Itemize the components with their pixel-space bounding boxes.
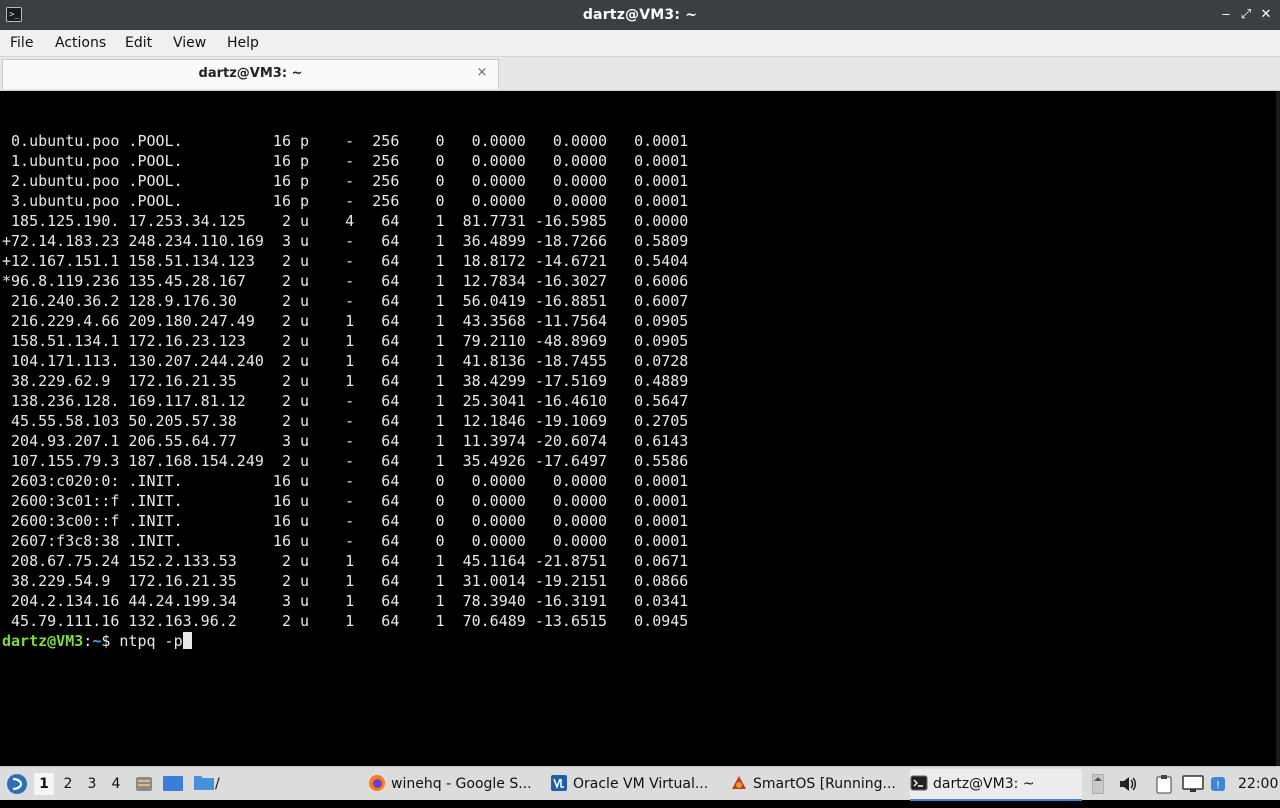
task-firefox[interactable]: winehq - Google S...: [368, 769, 546, 799]
terminal-line: 38.229.54.9 172.16.21.35 2 u 1 64 1 31.0…: [2, 572, 689, 590]
terminal-line: +12.167.151.1 158.51.134.123 2 u - 64 1 …: [2, 252, 689, 270]
taskbar: 1 2 3 4 / winehq - Google S... Oracle VM…: [0, 766, 1280, 801]
shell-prompt-line[interactable]: dartz@VM3:~$ ntpq -p: [2, 631, 688, 651]
firefox-icon: [369, 775, 385, 791]
workspace-2[interactable]: 2: [58, 773, 78, 795]
terminal-line: 2600:3c01::f .INIT. 16 u - 64 0 0.0000 0…: [2, 492, 689, 510]
tab-close-icon[interactable]: ×: [474, 65, 490, 81]
workspace-4[interactable]: 4: [106, 773, 126, 795]
vm-running-icon: [732, 776, 746, 789]
menu-edit[interactable]: Edit: [125, 30, 152, 56]
close-icon[interactable]: ✕: [1258, 7, 1274, 23]
workspace-1[interactable]: 1: [34, 773, 54, 795]
volume-icon[interactable]: [1118, 767, 1138, 801]
task-virtualbox[interactable]: Oracle VM Virtual...: [550, 769, 725, 799]
clipboard-icon[interactable]: [1155, 767, 1175, 801]
updates-icon[interactable]: !: [1210, 767, 1228, 801]
terminal-line: 107.155.79.3 187.168.154.249 2 u - 64 1 …: [2, 452, 689, 470]
prompt-path: ~: [92, 632, 102, 650]
terminal-line: 45.79.111.16 132.163.96.2 2 u 1 64 1 70.…: [2, 612, 689, 630]
text-cursor: [182, 632, 192, 649]
terminal-line: 138.236.128. 169.117.81.12 2 u - 64 1 25…: [2, 392, 689, 410]
window-titlebar[interactable]: >_ dartz@VM3: ~ ‒ ⤢ ✕: [0, 0, 1280, 30]
terminal-line: 204.2.134.16 44.24.199.34 3 u 1 64 1 78.…: [2, 592, 689, 610]
menu-view[interactable]: View: [173, 30, 206, 56]
virtualbox-icon: [551, 775, 567, 791]
network-icon[interactable]: [1182, 767, 1204, 801]
terminal-line: 2600:3c00::f .INIT. 16 u - 64 0 0.0000 0…: [2, 512, 689, 530]
prompt-symbol: $: [101, 632, 120, 650]
minimize-icon[interactable]: ‒: [1218, 7, 1234, 23]
prompt-colon: :: [83, 632, 93, 650]
terminal-scrollbar[interactable]: [1276, 91, 1280, 766]
terminal-line: 158.51.134.1 172.16.23.123 2 u 1 64 1 79…: [2, 332, 689, 350]
terminal-line: 185.125.190. 17.253.34.125 2 u 4 64 1 81…: [2, 212, 689, 230]
prompt-user-host: dartz@VM3: [2, 632, 84, 650]
clock[interactable]: 22:00: [1238, 767, 1278, 801]
task-label: winehq - Google S...: [391, 776, 532, 792]
terminal-line: 216.240.36.2 128.9.176.30 2 u - 64 1 56.…: [2, 292, 689, 310]
file-manager-launcher-icon[interactable]: [134, 767, 154, 801]
terminal-line: 45.55.58.103 50.205.57.38 2 u - 64 1 12.…: [2, 412, 689, 430]
folder-path-label: /: [215, 776, 220, 792]
terminal-line: 2607:f3c8:38 .INIT. 16 u - 64 0 0.0000 0…: [2, 532, 689, 550]
task-label: Oracle VM Virtual...: [573, 776, 709, 792]
terminal-line: 2603:c020:0: .INIT. 16 u - 64 0 0.0000 0…: [2, 472, 689, 490]
tab-terminal[interactable]: dartz@VM3: ~ ×: [2, 59, 499, 89]
terminal-line: 204.93.207.1 206.55.64.77 3 u - 64 1 11.…: [2, 432, 689, 450]
menu-actions[interactable]: Actions: [55, 30, 106, 56]
start-menu-icon[interactable]: [6, 767, 28, 801]
maximize-icon[interactable]: ⤢: [1238, 7, 1254, 23]
svg-text:!: !: [1216, 780, 1220, 791]
terminal-line: 104.171.113. 130.207.244.240 2 u 1 64 1 …: [2, 352, 689, 370]
terminal-line: +72.14.183.23 248.234.110.169 3 u - 64 1…: [2, 232, 689, 250]
task-terminal[interactable]: dartz@VM3: ~: [910, 769, 1082, 801]
terminal-line: 38.229.62.9 172.16.21.35 2 u 1 64 1 38.4…: [2, 372, 689, 390]
terminal-icon: [910, 775, 928, 791]
menubar: File Actions Edit View Help: [0, 30, 1280, 57]
desktop-icon[interactable]: [162, 767, 184, 801]
folder-path-launcher[interactable]: /: [193, 767, 233, 801]
typed-command: ntpq -p: [119, 632, 183, 650]
terminal-line: *96.8.119.236 135.45.28.167 2 u - 64 1 1…: [2, 272, 689, 290]
terminal-line: 2.ubuntu.poo .POOL. 16 p - 256 0 0.0000 …: [2, 172, 689, 190]
terminal-line: 216.229.4.66 209.180.247.49 2 u 1 64 1 4…: [2, 312, 689, 330]
terminal-output[interactable]: 0.ubuntu.poo .POOL. 16 p - 256 0 0.0000 …: [0, 91, 1280, 766]
menu-help[interactable]: Help: [227, 30, 259, 56]
tab-bar: dartz@VM3: ~ ×: [0, 57, 1280, 91]
terminal-line: 3.ubuntu.poo .POOL. 16 p - 256 0 0.0000 …: [2, 192, 689, 210]
window-title: dartz@VM3: ~: [582, 7, 698, 23]
tray-scroll-icon[interactable]: [1091, 767, 1106, 801]
terminal-lines: 0.ubuntu.poo .POOL. 16 p - 256 0 0.0000 …: [2, 91, 688, 651]
terminal-line: 1.ubuntu.poo .POOL. 16 p - 256 0 0.0000 …: [2, 152, 689, 170]
folder-icon: [194, 776, 214, 790]
workspace-3[interactable]: 3: [82, 773, 102, 795]
menu-file[interactable]: File: [10, 30, 33, 56]
tab-label: dartz@VM3: ~: [198, 66, 303, 81]
terminal-line: 0.ubuntu.poo .POOL. 16 p - 256 0 0.0000 …: [2, 132, 689, 150]
task-smartos[interactable]: SmartOS [Running...: [730, 769, 905, 799]
terminal-line: 208.67.75.24 152.2.133.53 2 u 1 64 1 45.…: [2, 552, 689, 570]
task-label: SmartOS [Running...: [753, 776, 896, 792]
task-label: dartz@VM3: ~: [933, 776, 1035, 792]
